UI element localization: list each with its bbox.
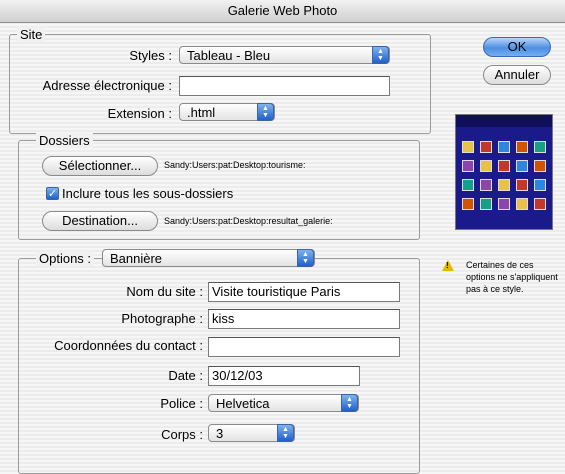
preview-thumb	[498, 198, 510, 210]
warning-text: Certaines de ces options ne s'appliquent…	[466, 260, 558, 294]
preview-thumb	[462, 141, 474, 153]
preview-thumb	[480, 160, 492, 172]
font-select[interactable]: Helvetica ▲ ▼	[208, 394, 359, 412]
preview-thumb	[480, 198, 492, 210]
site-name-label: Nom du site :	[126, 284, 203, 299]
select-arrows-icon: ▲ ▼	[341, 394, 358, 412]
extension-label: Extension :	[107, 106, 172, 121]
extension-select-value: .html	[187, 105, 216, 120]
photographer-label: Photographe :	[121, 311, 203, 326]
preview-thumb	[516, 160, 528, 172]
include-subfolders-label: Inclure tous les sous-dossiers	[62, 186, 234, 201]
preview-thumb	[516, 198, 528, 210]
preview-thumb	[480, 179, 492, 191]
folders-legend: Dossiers	[36, 133, 93, 148]
source-path: Sandy:Users:pat:Desktop:tourisme:	[164, 160, 306, 170]
select-arrows-icon: ▲ ▼	[257, 103, 274, 121]
contact-label: Coordonnées du contact :	[54, 338, 203, 353]
size-select[interactable]: 3 ▲ ▼	[208, 424, 295, 442]
preview-banner	[456, 115, 552, 127]
select-arrows-icon: ▲ ▼	[372, 46, 389, 64]
select-arrows-icon: ▲ ▼	[277, 424, 294, 442]
preview-thumb	[462, 160, 474, 172]
date-label: Date :	[168, 368, 203, 383]
preview-thumb	[462, 179, 474, 191]
preview-thumb	[534, 198, 546, 210]
options-select[interactable]: Bannière ▲ ▼	[102, 249, 315, 267]
preview-thumb	[480, 141, 492, 153]
preview-thumb	[498, 179, 510, 191]
destination-button[interactable]: Destination...	[42, 211, 158, 231]
select-arrows-icon: ▲ ▼	[297, 249, 314, 267]
preview-thumb	[462, 198, 474, 210]
font-label: Police :	[160, 396, 203, 411]
preview-thumb	[534, 179, 546, 191]
styles-label: Styles :	[129, 48, 172, 63]
email-label: Adresse électronique :	[42, 78, 172, 93]
photographer-field[interactable]: kiss	[208, 309, 400, 329]
include-subfolders-checkbox[interactable]: ✓	[46, 187, 59, 200]
ok-button[interactable]: OK	[483, 37, 551, 57]
extension-select[interactable]: .html ▲ ▼	[179, 103, 275, 121]
contact-field[interactable]	[208, 337, 400, 357]
preview-thumb	[534, 141, 546, 153]
destination-path: Sandy:Users:pat:Desktop:resultat_galerie…	[164, 216, 333, 226]
window-title: Galerie Web Photo	[0, 0, 565, 23]
preview-thumb	[498, 160, 510, 172]
options-select-value: Bannière	[110, 251, 163, 266]
size-label: Corps :	[161, 427, 203, 442]
select-folder-button[interactable]: Sélectionner...	[42, 156, 158, 176]
cancel-button[interactable]: Annuler	[483, 65, 551, 85]
preview-thumb	[498, 141, 510, 153]
preview-thumb	[534, 160, 546, 172]
date-field[interactable]: 30/12/03	[208, 366, 360, 386]
email-field[interactable]	[179, 76, 390, 96]
preview-thumb	[516, 179, 528, 191]
styles-select-value: Tableau - Bleu	[187, 48, 271, 63]
style-preview-image	[455, 114, 553, 230]
preview-thumb	[516, 141, 528, 153]
site-legend: Site	[17, 27, 46, 42]
options-label: Options :	[36, 251, 95, 266]
styles-select[interactable]: Tableau - Bleu ▲ ▼	[179, 46, 390, 64]
font-select-value: Helvetica	[216, 396, 270, 411]
size-select-value: 3	[216, 426, 224, 441]
warning-icon: !	[442, 260, 454, 271]
site-name-field[interactable]: Visite touristique Paris	[208, 282, 400, 302]
